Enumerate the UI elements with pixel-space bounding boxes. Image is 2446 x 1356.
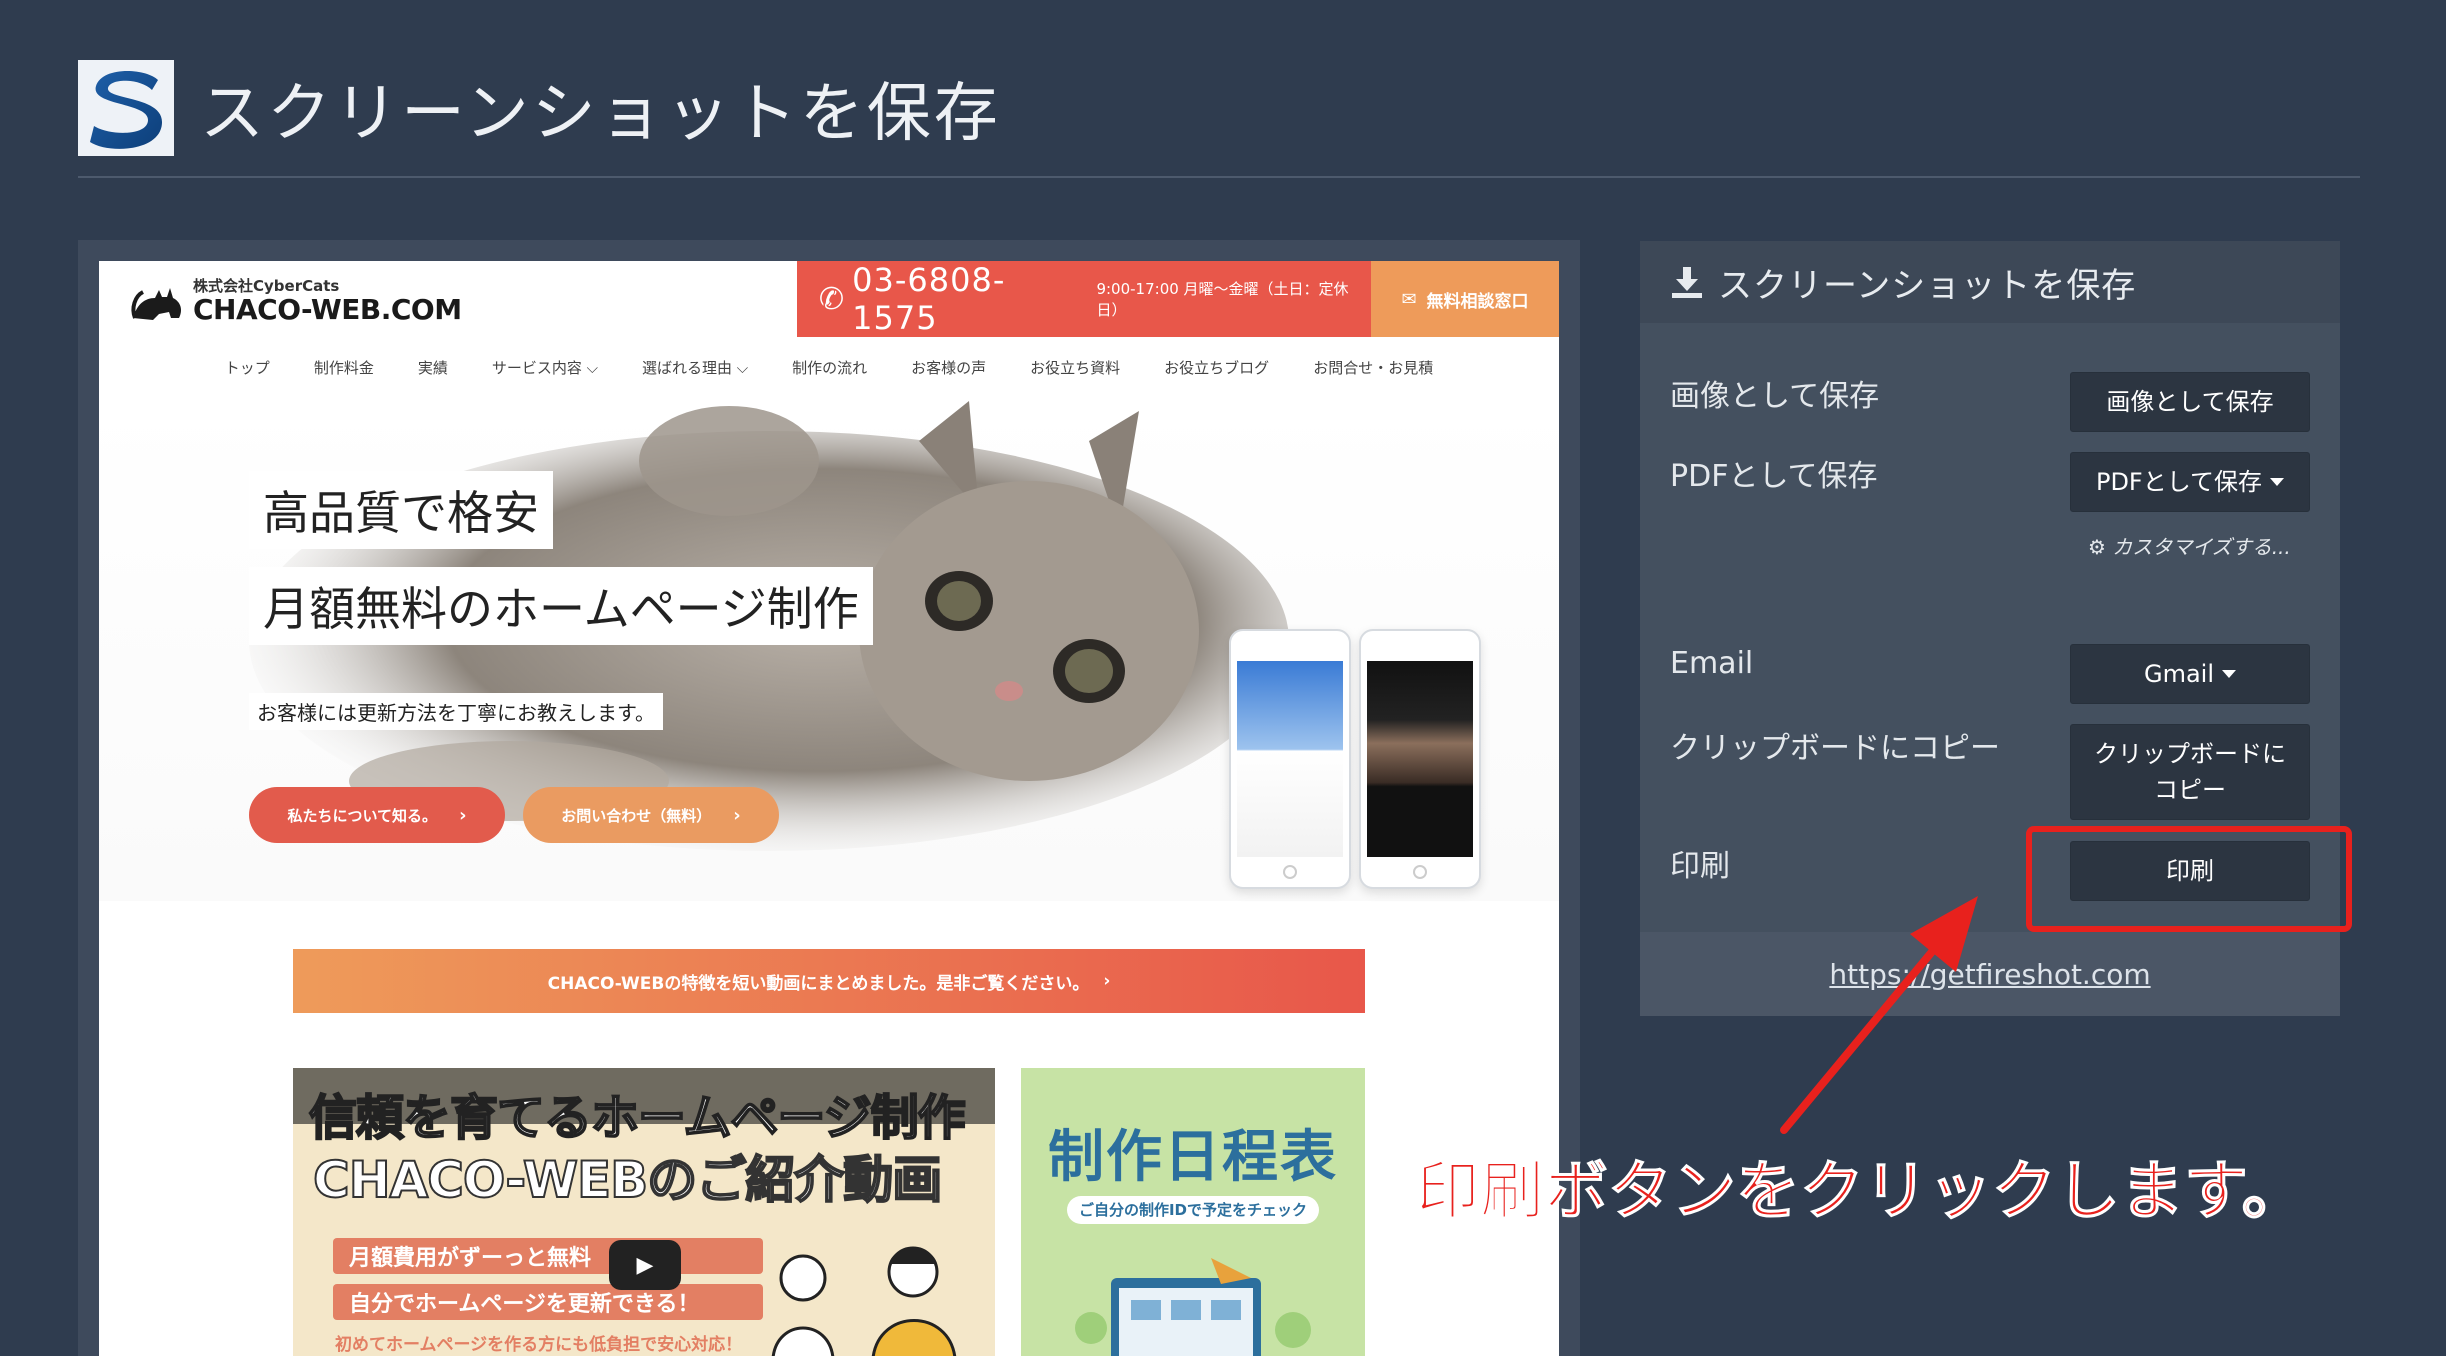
site-brand: 株式会社CyberCats CHACO-WEB.COM — [129, 275, 462, 324]
nav-item: 実績 — [417, 359, 448, 377]
annotation-arrow-icon — [1780, 896, 1978, 1134]
video-banner: CHACO-WEBの特徴を短い動画にまとめました。是非ご覧ください。 › — [293, 949, 1365, 1013]
cat-logo-icon — [131, 287, 181, 320]
mail-icon: ✉ — [1401, 288, 1417, 310]
screenshot-preview: 株式会社CyberCats CHACO-WEB.COM ✆ 03-6808-15… — [78, 240, 1580, 1356]
hero-heading-1: 高品質で格安 — [249, 471, 553, 549]
site-topbar: 株式会社CyberCats CHACO-WEB.COM ✆ 03-6808-15… — [99, 261, 1559, 337]
video-pill: 月額費用がずーっと無料 — [333, 1238, 763, 1274]
panel-header: スクリーンショットを保存 — [1640, 241, 2340, 323]
schedule-title: 制作日程表 — [1048, 1125, 1338, 1190]
schedule-subtitle: ご自分の制作IDで予定をチェック — [1067, 1196, 1319, 1224]
chevron-right-icon: › — [733, 804, 741, 826]
nav-item: トップ — [224, 359, 270, 377]
video-note: 初めてホームページを作る方にも低負担で安心対応！ — [335, 1335, 743, 1355]
phone-hours: 9:00-17:00 月曜〜金曜（土日：定休日） — [1096, 280, 1349, 319]
clipboard-label: クリップボードにコピー — [1670, 731, 2000, 766]
video-banner-text: CHACO-WEBの特徴を短い動画にまとめました。是非ご覧ください。 — [547, 973, 1090, 994]
contact-button: お問い合わせ（無料） › — [523, 787, 779, 843]
nav-item: お客様の声 — [911, 359, 987, 377]
nav-item: お役立ち資料 — [1030, 359, 1121, 377]
consult-button: ✉ 無料相談窓口 — [1371, 261, 1559, 337]
calendar-illustration — [1075, 1258, 1311, 1356]
print-highlight-box — [2026, 826, 2352, 932]
nav-item: サービス内容 ⌵ — [491, 359, 598, 377]
site-nav: トップ 制作料金 実績 サービス内容 ⌵ 選ばれる理由 ⌵ 制作の流れ お客様の… — [99, 357, 1559, 387]
nav-item: お問合せ・お見積 — [1313, 359, 1434, 377]
video-title: 信頼を育てるホームページ制作 — [308, 1089, 967, 1147]
save-pdf-button[interactable]: PDFとして保存 — [2070, 452, 2310, 512]
header-divider — [78, 176, 2360, 178]
preview-page: 株式会社CyberCats CHACO-WEB.COM ✆ 03-6808-15… — [99, 261, 1559, 1356]
copy-clipboard-button[interactable]: クリップボードに コピー — [2070, 724, 2310, 820]
phone-number: 03-6808-1575 — [852, 261, 1006, 337]
play-icon: ▶ — [609, 1240, 681, 1290]
save-image-label: 画像として保存 — [1670, 379, 1880, 414]
gmail-button[interactable]: Gmail — [2070, 644, 2310, 704]
annotation-text: 印刷ボタンをクリックします。 — [1416, 1155, 2307, 1230]
save-image-button[interactable]: 画像として保存 — [2070, 372, 2310, 432]
save-pdf-label: PDFとして保存 — [1670, 459, 1878, 494]
caret-down-icon — [2270, 478, 2285, 486]
chevron-right-icon: › — [459, 804, 467, 826]
fireshot-logo-icon — [78, 60, 174, 156]
smartphone-mockup — [1359, 629, 1481, 889]
nav-item: お役立ちブログ — [1164, 359, 1270, 377]
contact-button-label: お問い合わせ（無料） — [561, 806, 712, 825]
schedule-card: 制作日程表 ご自分の制作IDで予定をチェック — [1021, 1068, 1365, 1356]
hero-section: 高品質で格安 月額無料のホームページ制作 お客様には更新方法を丁寧にお教えします… — [99, 401, 1559, 901]
caret-down-icon — [2222, 670, 2237, 678]
email-label: Email — [1670, 646, 1754, 681]
video-pill: 自分でホームページを更新できる！ — [333, 1284, 763, 1320]
gear-icon: ⚙ — [2088, 535, 2106, 559]
hero-subtext: お客様には更新方法を丁寧にお教えします。 — [249, 693, 663, 730]
page-title: スクリーンショットを保存 — [200, 77, 1001, 151]
app-header: スクリーンショットを保存 — [78, 58, 1001, 158]
phone-icon: ✆ — [819, 281, 845, 317]
nav-item: 制作の流れ — [792, 359, 868, 377]
download-icon — [1672, 267, 1702, 298]
nav-item: 制作料金 — [313, 359, 374, 377]
nav-item: 選ばれる理由 ⌵ — [641, 359, 749, 377]
customize-link[interactable]: ⚙ カスタマイズする... — [2088, 531, 2291, 560]
hero-heading-2: 月額無料のホームページ制作 — [249, 567, 873, 645]
people-illustration — [771, 1246, 957, 1356]
phone-box: ✆ 03-6808-1575 9:00-17:00 月曜〜金曜（土日：定休日） — [797, 261, 1371, 337]
brand-name: CHACO-WEB.COM — [193, 293, 462, 326]
panel-title: スクリーンショットを保存 — [1718, 265, 2137, 306]
print-label: 印刷 — [1670, 849, 1730, 884]
smartphone-mockup — [1229, 629, 1351, 889]
about-button-label: 私たちについて知る。 — [287, 806, 438, 825]
chevron-right-icon: › — [1103, 971, 1111, 991]
consult-label: 無料相談窓口 — [1426, 291, 1529, 312]
about-button: 私たちについて知る。 › — [249, 787, 505, 843]
video-subtitle: CHACO-WEBのご紹介動画 — [312, 1150, 943, 1210]
video-thumbnail: 信頼を育てるホームページ制作 CHACO-WEBのご紹介動画 月額費用がずーっと… — [293, 1068, 995, 1356]
